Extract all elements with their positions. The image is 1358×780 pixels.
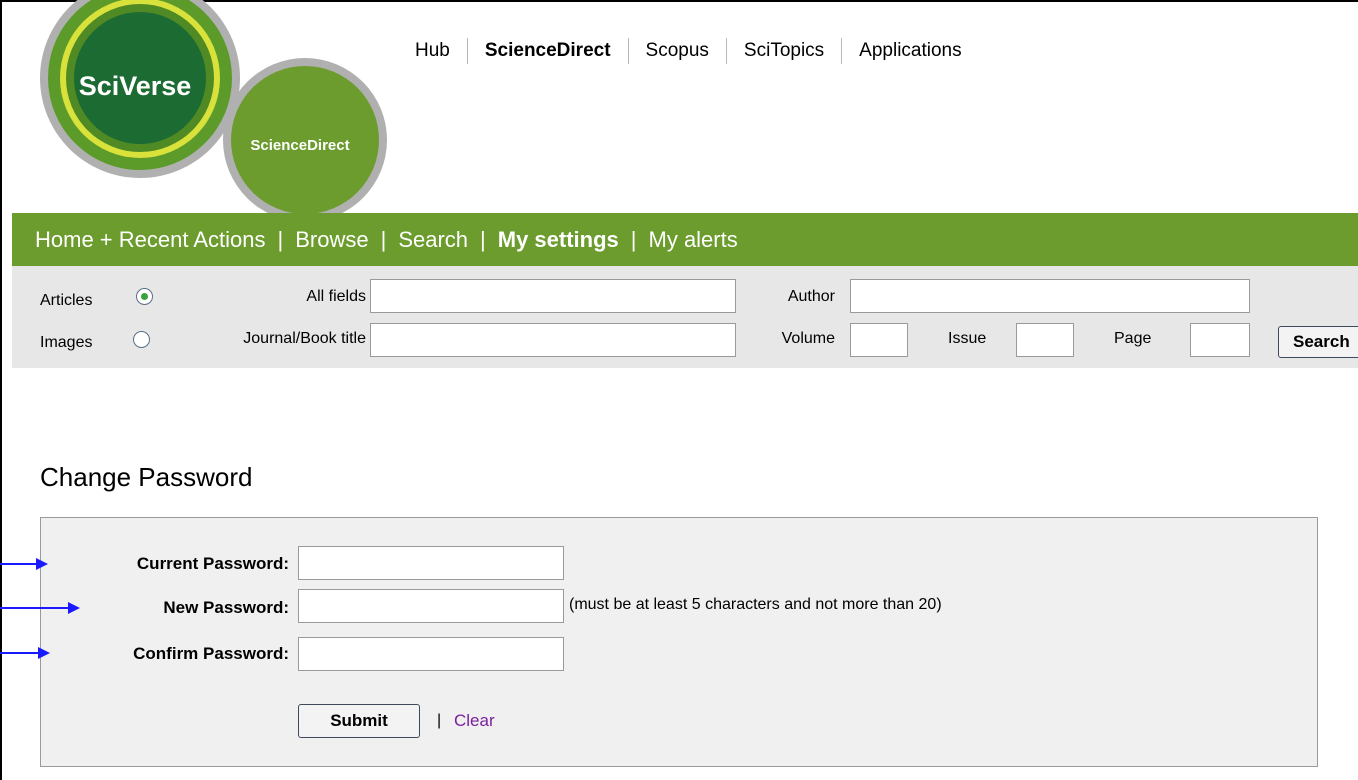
issue-input[interactable] [1016, 323, 1074, 357]
images-label: Images [40, 334, 93, 351]
nav-my-alerts[interactable]: My alerts [649, 227, 738, 253]
arrow-current-password [0, 563, 36, 565]
new-password-input[interactable] [298, 589, 564, 623]
sciverse-logo[interactable]: SciVerse ScienceDirect [0, 0, 400, 222]
top-nav-applications[interactable]: Applications [842, 40, 978, 62]
page-input[interactable] [1190, 323, 1250, 357]
top-nav: Hub ScienceDirect Scopus SciTopics Appli… [398, 38, 979, 64]
nav-separator: | [277, 226, 284, 252]
journal-title-label: Journal/Book title [243, 330, 366, 347]
logo-sub-text: ScienceDirect [250, 137, 349, 154]
current-password-input[interactable] [298, 546, 564, 580]
clear-link[interactable]: Clear [454, 711, 495, 731]
page-title: Change Password [40, 462, 253, 492]
nav-home-recent-actions[interactable]: Home + Recent Actions [35, 227, 266, 253]
main-nav-bar: Home + Recent Actions | Browse | Search … [12, 213, 1358, 266]
search-button[interactable]: Search [1278, 326, 1358, 358]
arrow-confirm-password [0, 652, 38, 654]
arrow-head-icon [36, 558, 48, 570]
submit-button[interactable]: Submit [298, 704, 420, 738]
nav-my-settings[interactable]: My settings [498, 227, 619, 253]
action-separator: | [437, 712, 442, 729]
articles-radio[interactable] [136, 288, 153, 305]
nav-separator: | [480, 226, 486, 252]
nav-browse[interactable]: Browse [295, 227, 368, 253]
arrow-head-icon [38, 647, 50, 659]
password-hint: (must be at least 5 characters and not m… [569, 596, 942, 613]
arrow-head-icon [68, 602, 80, 614]
quick-search-panel: Articles Images All fields Journal/Book … [12, 266, 1358, 368]
page-label: Page [1114, 330, 1152, 347]
nav-separator: | [630, 226, 637, 252]
confirm-password-input[interactable] [298, 637, 564, 671]
all-fields-input[interactable] [370, 279, 736, 313]
change-password-form: Current Password: New Password: (must be… [40, 517, 1318, 767]
logo-main-text: SciVerse [79, 71, 192, 101]
top-nav-sciencedirect[interactable]: ScienceDirect [468, 40, 628, 62]
new-password-label: New Password: [163, 598, 289, 617]
top-nav-scitopics[interactable]: SciTopics [727, 40, 841, 62]
author-input[interactable] [850, 279, 1250, 313]
volume-input[interactable] [850, 323, 908, 357]
images-radio[interactable] [133, 331, 150, 348]
all-fields-label: All fields [306, 288, 366, 305]
top-nav-hub[interactable]: Hub [398, 40, 467, 62]
nav-search[interactable]: Search [398, 227, 468, 253]
author-label: Author [787, 288, 835, 305]
volume-label: Volume [781, 330, 835, 347]
confirm-password-label: Confirm Password: [133, 644, 289, 663]
top-nav-scopus[interactable]: Scopus [629, 40, 726, 62]
issue-label: Issue [948, 330, 987, 347]
current-password-label: Current Password: [136, 554, 289, 573]
journal-title-input[interactable] [370, 323, 736, 357]
articles-label: Articles [40, 292, 93, 309]
nav-separator: | [380, 226, 387, 252]
arrow-new-password [0, 607, 68, 609]
